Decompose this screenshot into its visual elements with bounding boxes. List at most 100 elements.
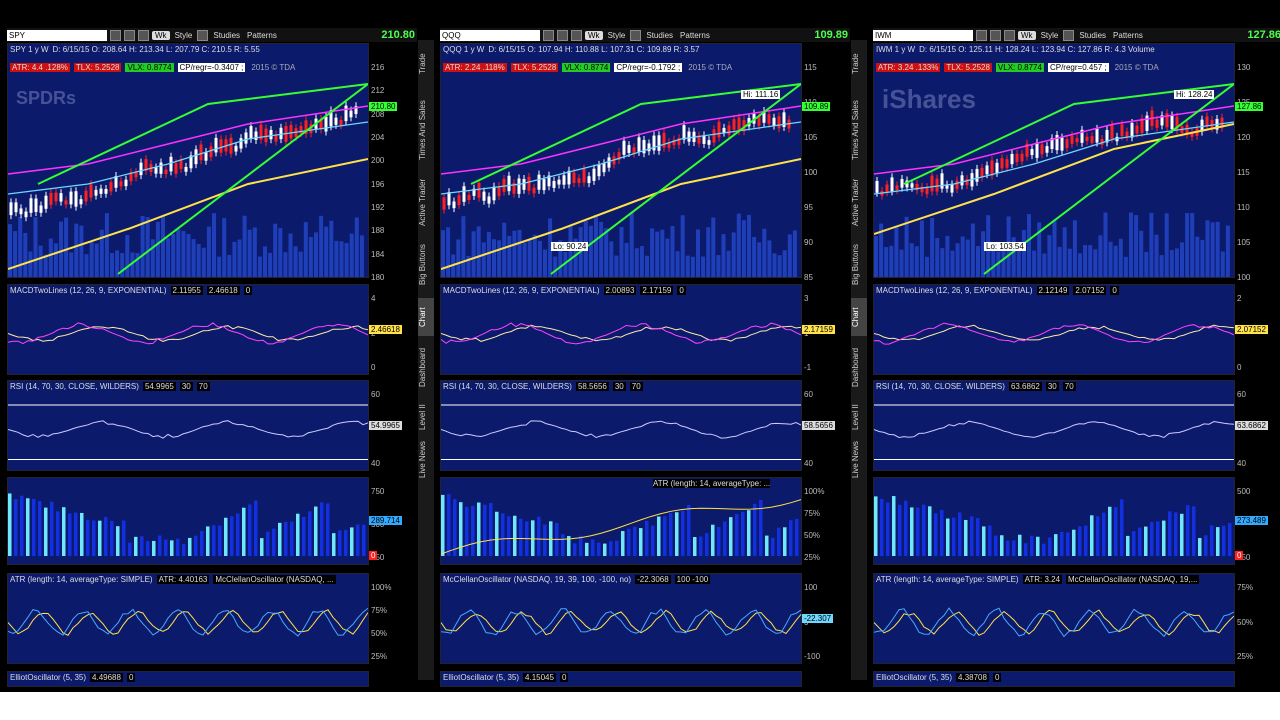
drawing-tools-icon[interactable] — [557, 29, 568, 41]
elliot-panel[interactable]: ElliotOscillator (5, 35) 4.15045 0 — [440, 671, 802, 687]
drawing-tools-icon[interactable] — [124, 29, 135, 41]
pencil-icon[interactable] — [1063, 29, 1075, 41]
patterns-menu[interactable]: Patterns — [1111, 31, 1145, 40]
side-tab-trade[interactable]: Trade — [851, 40, 867, 88]
link-icon[interactable] — [543, 29, 554, 41]
volume-bar — [1123, 256, 1128, 277]
price-chart[interactable]: IWM 1 y W D: 6/15/15 O: 125.11 H: 128.24 … — [873, 43, 1235, 278]
symbol-input[interactable]: IWM — [873, 29, 973, 41]
candle-body — [279, 127, 283, 140]
side-tab-active-trader[interactable]: Active Trader — [418, 172, 434, 232]
settings-icon[interactable] — [138, 29, 149, 41]
study-value: 0 — [992, 673, 1002, 682]
histogram-bar — [1078, 526, 1082, 556]
candle-body — [657, 135, 661, 151]
patterns-menu[interactable]: Patterns — [245, 31, 279, 40]
top-letterbox — [0, 0, 1280, 28]
histogram-bar — [970, 516, 974, 556]
side-tab-dashboard[interactable]: Dashboard — [418, 340, 434, 394]
atr-mcclellan-panel[interactable]: ATR (length: 14, averageType: SIMPLE) ATR… — [7, 573, 369, 664]
price-tick-label: 85 — [804, 273, 813, 282]
histogram-bar — [1132, 531, 1136, 556]
candle-body — [1210, 119, 1214, 129]
link-icon[interactable] — [110, 29, 121, 41]
histogram-panel[interactable] — [7, 477, 369, 565]
atr-mcclellan-panel[interactable]: ATR (length: 14, averageType: SIMPLE) ATR… — [873, 573, 1235, 664]
candle-body — [219, 139, 223, 153]
macd-panel[interactable]: MACDTwoLines (12, 26, 9, EXPONENTIAL) 2.1… — [7, 284, 369, 375]
style-menu[interactable]: Style — [1039, 31, 1061, 40]
candle-body — [950, 184, 954, 193]
elliot-panel[interactable]: ElliotOscillator (5, 35) 4.38708 0 — [873, 671, 1235, 687]
volume-bar — [94, 243, 99, 277]
histogram-bar — [74, 512, 78, 556]
histogram-bar — [471, 505, 475, 556]
rsi-panel[interactable]: RSI (14, 70, 30, CLOSE, WILDERS) 58.5656 3… — [440, 380, 802, 471]
timeframe-button[interactable]: Wk — [152, 30, 170, 40]
histogram-bar — [20, 495, 24, 556]
volume-bar — [314, 232, 318, 277]
settings-icon[interactable] — [1004, 29, 1015, 41]
timeframe-button[interactable]: Wk — [1018, 30, 1036, 40]
macd-panel[interactable]: MACDTwoLines (12, 26, 9, EXPONENTIAL) 2.1… — [873, 284, 1235, 375]
timeframe-button[interactable]: Wk — [585, 30, 603, 40]
histogram-bar — [723, 521, 727, 556]
volume-bar — [1185, 213, 1190, 277]
volume-bar — [303, 222, 308, 277]
volume-bar — [716, 255, 721, 277]
rsi-panel[interactable]: RSI (14, 70, 30, CLOSE, WILDERS) 54.9965 3… — [7, 380, 369, 471]
volume-bar — [492, 239, 496, 277]
side-tab-active-trader[interactable]: Active Trader — [851, 172, 867, 232]
candle-body — [517, 178, 521, 194]
drawing-tools-icon[interactable] — [990, 29, 1001, 41]
candle-body — [244, 132, 248, 144]
side-tab-live-news[interactable]: Live News — [851, 440, 867, 480]
histogram-bar — [248, 504, 252, 556]
histogram-bar — [140, 536, 144, 556]
side-tab-trade[interactable]: Trade — [418, 40, 434, 88]
macd-panel[interactable]: MACDTwoLines (12, 26, 9, EXPONENTIAL) 2.0… — [440, 284, 802, 375]
last-price-marker: 109.89 — [802, 102, 831, 111]
volume-bar — [767, 240, 772, 277]
side-tab-times-and-sales[interactable]: Times And Sales — [418, 92, 434, 168]
side-tab-big-buttons[interactable]: Big Buttons — [418, 236, 434, 294]
price-chart[interactable]: QQQ 1 y W D: 6/15/15 O: 107.94 H: 110.88 … — [440, 43, 802, 278]
side-tab-big-buttons[interactable]: Big Buttons — [851, 236, 867, 294]
symbol-input[interactable]: SPY — [7, 29, 107, 41]
volume-bar — [237, 239, 242, 277]
pencil-icon[interactable] — [630, 29, 642, 41]
side-tab-level-ii[interactable]: Level II — [851, 398, 867, 436]
style-menu[interactable]: Style — [173, 31, 195, 40]
volume-bar — [242, 215, 247, 277]
side-tab-live-news[interactable]: Live News — [418, 440, 434, 480]
candle-body — [239, 138, 243, 149]
studies-menu[interactable]: Studies — [1077, 31, 1108, 40]
style-menu[interactable]: Style — [606, 31, 628, 40]
elliot-panel-header: ElliotOscillator (5, 35) 4.49688 0 — [10, 673, 136, 682]
side-tab-chart[interactable]: Chart — [851, 298, 867, 336]
histogram-panel[interactable] — [873, 477, 1235, 565]
link-icon[interactable] — [976, 29, 987, 41]
histogram-bar — [314, 506, 318, 556]
studies-menu[interactable]: Studies — [644, 31, 675, 40]
side-tab-chart[interactable]: Chart — [418, 298, 434, 336]
chart-panel-iwm: IWM Wk Style Studies Patterns 127.86 IWM 1 y W… — [873, 28, 1280, 687]
volume-bar — [161, 215, 165, 277]
elliot-panel[interactable]: ElliotOscillator (5, 35) 4.49688 0 — [7, 671, 369, 687]
pencil-icon[interactable] — [197, 29, 209, 41]
patterns-menu[interactable]: Patterns — [678, 31, 712, 40]
settings-icon[interactable] — [571, 29, 582, 41]
rsi-panel[interactable]: RSI (14, 70, 30, CLOSE, WILDERS) 63.6862 3… — [873, 380, 1235, 471]
symbol-input[interactable]: QQQ — [440, 29, 540, 41]
volume-bar — [1021, 229, 1026, 277]
side-tab-times-and-sales[interactable]: Times And Sales — [851, 92, 867, 168]
side-tab-dashboard[interactable]: Dashboard — [851, 340, 867, 394]
studies-menu[interactable]: Studies — [211, 31, 242, 40]
histogram-panel[interactable]: ATR (length: 14, averageType: ... — [440, 477, 802, 565]
price-chart[interactable]: SPY 1 y W D: 6/15/15 O: 208.64 H: 213.34 … — [7, 43, 369, 278]
histogram-bar — [326, 503, 330, 556]
histogram-bar — [543, 524, 547, 556]
volume-bar — [1174, 248, 1179, 277]
atr-mcclellan-panel[interactable]: McClellanOscillator (NASDAQ, 19, 39, 100… — [440, 573, 802, 664]
side-tab-level-ii[interactable]: Level II — [418, 398, 434, 436]
